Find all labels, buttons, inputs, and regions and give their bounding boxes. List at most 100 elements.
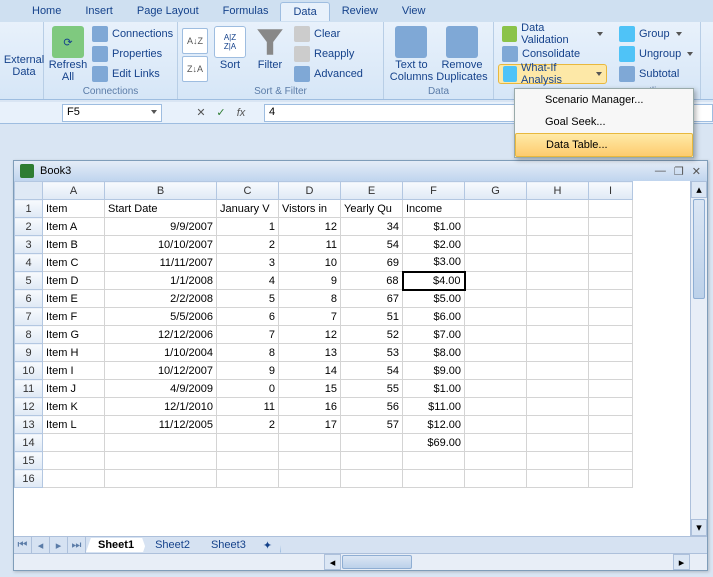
cell-A4[interactable]: Item C — [43, 254, 105, 272]
workbook-titlebar[interactable]: Book3 — ❐ ✕ — [14, 161, 707, 181]
cell-G1[interactable] — [465, 200, 527, 218]
cell-F4[interactable]: $3.00 — [403, 254, 465, 272]
reapply-button[interactable]: Reapply — [290, 44, 367, 64]
enter-formula-button[interactable]: ✓ — [212, 104, 230, 122]
cell-E9[interactable]: 53 — [341, 344, 403, 362]
cell-D4[interactable]: 10 — [279, 254, 341, 272]
advanced-button[interactable]: Advanced — [290, 64, 367, 84]
cell-A7[interactable]: Item F — [43, 308, 105, 326]
data-table-item[interactable]: Data Table... — [515, 133, 693, 157]
cell-I5[interactable] — [589, 272, 633, 290]
tab-page-layout[interactable]: Page Layout — [125, 2, 211, 20]
text-to-columns-button[interactable]: Text to Columns — [388, 24, 435, 86]
cell-I14[interactable] — [589, 434, 633, 452]
cell-E2[interactable]: 34 — [341, 218, 403, 236]
cell-H2[interactable] — [527, 218, 589, 236]
cell-G15[interactable] — [465, 452, 527, 470]
cell-F1[interactable]: Income — [403, 200, 465, 218]
cell-F16[interactable] — [403, 470, 465, 488]
row-header-8[interactable]: 8 — [15, 326, 43, 344]
row-header-6[interactable]: 6 — [15, 290, 43, 308]
cell-E13[interactable]: 57 — [341, 416, 403, 434]
col-header-D[interactable]: D — [279, 182, 341, 200]
cell-H3[interactable] — [527, 236, 589, 254]
horizontal-scrollbar[interactable]: ◂ ▸ — [14, 553, 707, 570]
cell-D1[interactable]: Vistors in — [279, 200, 341, 218]
col-header-I[interactable]: I — [589, 182, 633, 200]
cell-D11[interactable]: 15 — [279, 380, 341, 398]
row-header-4[interactable]: 4 — [15, 254, 43, 272]
tab-nav-prev[interactable]: ◂ — [32, 537, 50, 553]
col-header-G[interactable]: G — [465, 182, 527, 200]
cell-H9[interactable] — [527, 344, 589, 362]
close-button[interactable]: ✕ — [692, 165, 701, 178]
cell-F2[interactable]: $1.00 — [403, 218, 465, 236]
cell-G10[interactable] — [465, 362, 527, 380]
scroll-right-button[interactable]: ▸ — [673, 554, 690, 570]
cell-D14[interactable] — [279, 434, 341, 452]
cell-I11[interactable] — [589, 380, 633, 398]
cell-D7[interactable]: 7 — [279, 308, 341, 326]
cell-G7[interactable] — [465, 308, 527, 326]
cell-B6[interactable]: 2/2/2008 — [105, 290, 217, 308]
cell-D8[interactable]: 12 — [279, 326, 341, 344]
cell-E10[interactable]: 54 — [341, 362, 403, 380]
cell-D9[interactable]: 13 — [279, 344, 341, 362]
cell-A2[interactable]: Item A — [43, 218, 105, 236]
cell-D2[interactable]: 12 — [279, 218, 341, 236]
row-header-7[interactable]: 7 — [15, 308, 43, 326]
cell-F9[interactable]: $8.00 — [403, 344, 465, 362]
spreadsheet-grid[interactable]: ABCDEFGHI1ItemStart DateJanuary VVistors… — [14, 181, 633, 488]
cell-I10[interactable] — [589, 362, 633, 380]
scroll-up-button[interactable]: ▴ — [691, 181, 707, 198]
cell-C13[interactable]: 2 — [217, 416, 279, 434]
cell-I8[interactable] — [589, 326, 633, 344]
cell-G13[interactable] — [465, 416, 527, 434]
cell-A3[interactable]: Item B — [43, 236, 105, 254]
cell-C11[interactable]: 0 — [217, 380, 279, 398]
minimize-button[interactable]: — — [655, 165, 666, 178]
cell-B5[interactable]: 1/1/2008 — [105, 272, 217, 290]
cell-E8[interactable]: 52 — [341, 326, 403, 344]
cell-C8[interactable]: 7 — [217, 326, 279, 344]
cell-B2[interactable]: 9/9/2007 — [105, 218, 217, 236]
cell-C10[interactable]: 9 — [217, 362, 279, 380]
cell-E14[interactable] — [341, 434, 403, 452]
cell-C7[interactable]: 6 — [217, 308, 279, 326]
cell-I15[interactable] — [589, 452, 633, 470]
sheet-tab-3[interactable]: Sheet3 — [199, 538, 259, 552]
cell-B13[interactable]: 11/12/2005 — [105, 416, 217, 434]
cell-D13[interactable]: 17 — [279, 416, 341, 434]
cell-A5[interactable]: Item D — [43, 272, 105, 290]
cell-E1[interactable]: Yearly Qu — [341, 200, 403, 218]
cell-F10[interactable]: $9.00 — [403, 362, 465, 380]
cell-C5[interactable]: 4 — [217, 272, 279, 290]
cell-G3[interactable] — [465, 236, 527, 254]
vscroll-thumb[interactable] — [693, 199, 705, 299]
scenario-manager-item[interactable]: Scenario Manager... — [515, 89, 693, 111]
what-if-analysis-button[interactable]: What-If Analysis — [498, 64, 607, 84]
cell-I1[interactable] — [589, 200, 633, 218]
row-header-13[interactable]: 13 — [15, 416, 43, 434]
connections-button[interactable]: Connections — [88, 24, 177, 44]
tab-nav-first[interactable]: ⏮ — [14, 537, 32, 553]
fx-button[interactable]: fx — [232, 104, 250, 122]
cell-A14[interactable] — [43, 434, 105, 452]
cell-B7[interactable]: 5/5/2006 — [105, 308, 217, 326]
restore-button[interactable]: ❐ — [674, 165, 684, 178]
cell-E15[interactable] — [341, 452, 403, 470]
cell-C12[interactable]: 11 — [217, 398, 279, 416]
cell-I7[interactable] — [589, 308, 633, 326]
cell-F7[interactable]: $6.00 — [403, 308, 465, 326]
cell-G5[interactable] — [465, 272, 527, 290]
cell-E16[interactable] — [341, 470, 403, 488]
cell-C1[interactable]: January V — [217, 200, 279, 218]
ungroup-button[interactable]: Ungroup — [615, 44, 697, 64]
cell-I16[interactable] — [589, 470, 633, 488]
row-header-11[interactable]: 11 — [15, 380, 43, 398]
cell-A15[interactable] — [43, 452, 105, 470]
cell-C14[interactable] — [217, 434, 279, 452]
cell-G16[interactable] — [465, 470, 527, 488]
tab-insert[interactable]: Insert — [73, 2, 125, 20]
cell-H7[interactable] — [527, 308, 589, 326]
